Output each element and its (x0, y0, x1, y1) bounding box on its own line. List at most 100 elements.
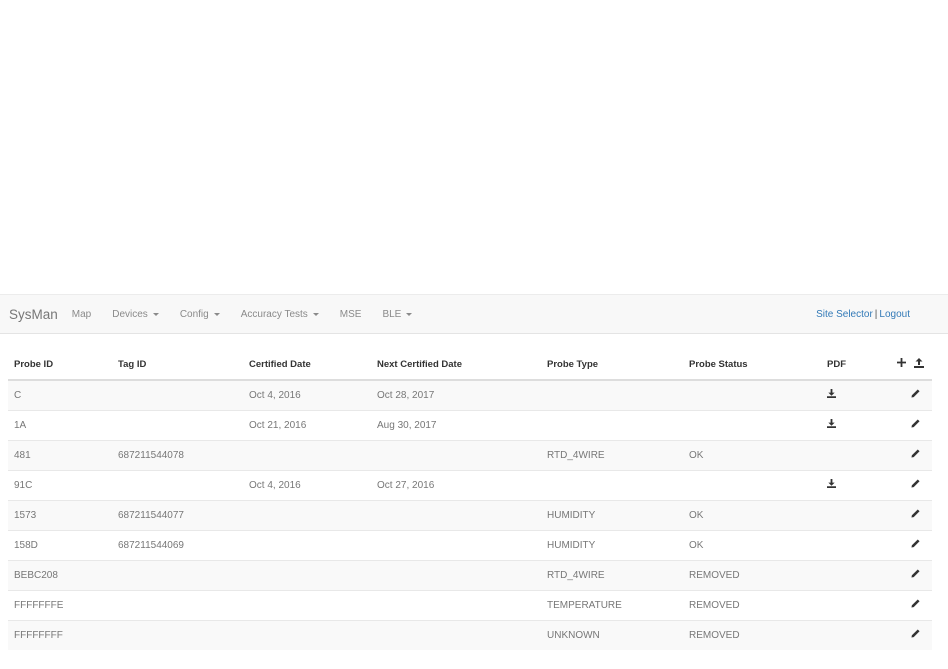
cell-certified-date (243, 439, 371, 470)
cell-pdf (813, 499, 875, 530)
cell-actions (875, 409, 932, 440)
col-probe-status[interactable]: Probe Status (683, 349, 813, 381)
cell-probe-status: OK (683, 529, 813, 560)
cell-next-certified-date (371, 559, 541, 590)
caret-down-icon (312, 312, 319, 316)
cell-actions (875, 379, 932, 410)
nav-item-label: MSE (339, 308, 362, 320)
plus-icon[interactable] (897, 358, 906, 370)
cell-tag-id (112, 379, 243, 410)
col-next-certified-date[interactable]: Next Certified Date (371, 349, 541, 381)
nav-item-label: Devices (112, 308, 148, 320)
cell-pdf (813, 469, 875, 500)
nav-item-map[interactable]: Map (72, 309, 91, 320)
nav-item-config[interactable]: Config (180, 309, 220, 320)
cell-probe-id: BEBC208 (8, 559, 112, 590)
table-row: 1573 687211544077 HUMIDITY OK (8, 499, 932, 530)
cell-certified-date (243, 589, 371, 620)
cell-probe-status (683, 379, 813, 410)
cell-pdf (813, 379, 875, 410)
cell-probe-id: 481 (8, 439, 112, 470)
probe-table: Probe ID Tag ID Certified Date Next Cert… (8, 349, 932, 650)
pencil-icon[interactable] (911, 629, 920, 641)
table-row: C Oct 4, 2016 Oct 28, 2017 (8, 379, 932, 410)
probe-table-container: Probe ID Tag ID Certified Date Next Cert… (8, 349, 932, 650)
table-row: BEBC208 RTD_4WIRE REMOVED (8, 559, 932, 590)
cell-tag-id (112, 559, 243, 590)
pencil-icon[interactable] (911, 569, 920, 581)
site-selector-link[interactable]: Site Selector (816, 309, 873, 320)
cell-probe-id: 1573 (8, 499, 112, 530)
col-probe-type[interactable]: Probe Type (541, 349, 683, 381)
download-icon[interactable] (827, 479, 836, 491)
cell-tag-id (112, 619, 243, 650)
cell-pdf (813, 439, 875, 470)
table-row: FFFFFFFE TEMPERATURE REMOVED (8, 589, 932, 620)
navbar: SysMan Map Devices Config Accuracy Tests MSE… (0, 294, 948, 334)
col-pdf[interactable]: PDF (813, 349, 875, 381)
pencil-icon[interactable] (911, 539, 920, 551)
cell-next-certified-date (371, 439, 541, 470)
cell-actions (875, 619, 932, 650)
cell-probe-status: REMOVED (683, 619, 813, 650)
cell-probe-type (541, 379, 683, 410)
table-body: C Oct 4, 2016 Oct 28, 2017 1A Oct 21, 2016 Au… (8, 379, 932, 650)
cell-certified-date (243, 559, 371, 590)
pencil-icon[interactable] (911, 599, 920, 611)
cell-pdf (813, 409, 875, 440)
col-certified-date[interactable]: Certified Date (243, 349, 371, 381)
pencil-icon[interactable] (911, 419, 920, 431)
brand[interactable]: SysMan (9, 307, 58, 322)
cell-probe-type: RTD_4WIRE (541, 559, 683, 590)
cell-tag-id (112, 469, 243, 500)
table-row: 481 687211544078 RTD_4WIRE OK (8, 439, 932, 470)
cell-actions (875, 589, 932, 620)
cell-tag-id (112, 409, 243, 440)
nav-item-label: Config (179, 308, 209, 320)
cell-actions (875, 469, 932, 500)
cell-next-certified-date: Oct 27, 2016 (371, 469, 541, 500)
nav-separator: | (874, 308, 878, 320)
download-icon[interactable] (827, 389, 836, 401)
logout-link[interactable]: Logout (879, 309, 910, 320)
table-row: FFFFFFFF UNKNOWN REMOVED (8, 619, 932, 650)
nav-item-accuracy-tests[interactable]: Accuracy Tests (241, 309, 319, 320)
pencil-icon[interactable] (911, 509, 920, 521)
col-tag-id[interactable]: Tag ID (112, 349, 243, 381)
pencil-icon[interactable] (911, 479, 920, 491)
cell-probe-status (683, 409, 813, 440)
cell-certified-date (243, 529, 371, 560)
nav-right: Site Selector | Logout (816, 295, 910, 333)
cell-probe-status: OK (683, 439, 813, 470)
cell-tag-id: 687211544077 (112, 499, 243, 530)
cell-next-certified-date (371, 529, 541, 560)
cell-probe-type (541, 409, 683, 440)
table-row: 91C Oct 4, 2016 Oct 27, 2016 (8, 469, 932, 500)
cell-actions (875, 529, 932, 560)
col-actions (875, 349, 932, 381)
cell-pdf (813, 619, 875, 650)
cell-probe-type: HUMIDITY (541, 499, 683, 530)
cell-actions (875, 559, 932, 590)
caret-down-icon (213, 312, 220, 316)
cell-pdf (813, 529, 875, 560)
cell-next-certified-date: Aug 30, 2017 (371, 409, 541, 440)
nav-item-devices[interactable]: Devices (112, 309, 159, 320)
nav-menu: Map Devices Config Accuracy Tests MSE BLE (72, 309, 434, 320)
nav-item-ble[interactable]: BLE (382, 309, 413, 320)
pencil-icon[interactable] (911, 389, 920, 401)
cell-certified-date: Oct 4, 2016 (243, 469, 371, 500)
col-probe-id[interactable]: Probe ID (8, 349, 112, 381)
cell-next-certified-date (371, 589, 541, 620)
cell-actions (875, 499, 932, 530)
nav-item-mse[interactable]: MSE (340, 309, 362, 320)
cell-probe-status: OK (683, 499, 813, 530)
cell-probe-type: RTD_4WIRE (541, 439, 683, 470)
caret-down-icon (406, 312, 413, 316)
cell-certified-date: Oct 21, 2016 (243, 409, 371, 440)
cell-certified-date (243, 619, 371, 650)
pencil-icon[interactable] (911, 449, 920, 461)
download-icon[interactable] (827, 419, 836, 431)
cell-tag-id (112, 589, 243, 620)
upload-icon[interactable] (914, 357, 924, 371)
